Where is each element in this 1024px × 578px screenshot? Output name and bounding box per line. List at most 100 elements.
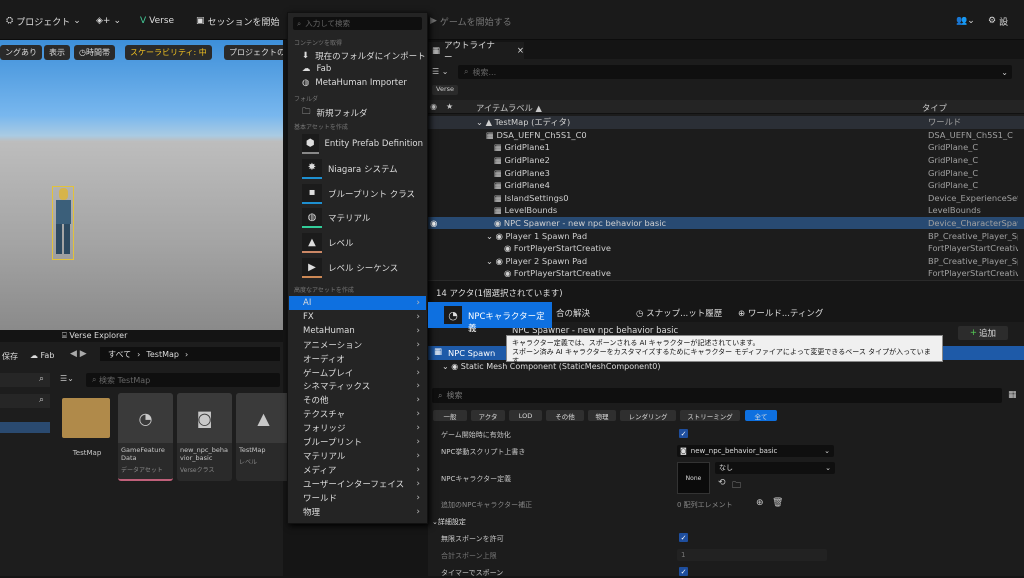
menu-category[interactable]: ゲームプレイ ›: [289, 366, 426, 380]
menu-search-input[interactable]: ⌕ 入力して検索: [293, 17, 422, 30]
save-button[interactable]: 保存: [2, 351, 18, 362]
details-filter-tab[interactable]: 物理: [588, 410, 616, 421]
start-session-button[interactable]: ▣ セッションを開始: [196, 12, 280, 30]
script-dropdown[interactable]: ◙ new_npc_behavior_basic ⌄: [677, 445, 834, 457]
trash-icon[interactable]: 🗑: [772, 498, 783, 508]
character-model[interactable]: [52, 186, 74, 260]
menu-category[interactable]: ブループリント ›: [289, 435, 426, 449]
menu-new-folder[interactable]: 🗀 新規フォルダ: [302, 106, 423, 120]
details-filter-tab[interactable]: 一般: [433, 410, 467, 421]
menu-category[interactable]: メディア ›: [289, 463, 426, 477]
tab-merge[interactable]: 合の解決: [556, 307, 590, 319]
column-type[interactable]: タイプ: [922, 102, 947, 114]
menu-category[interactable]: アニメーション ›: [289, 338, 426, 352]
details-filter-tab[interactable]: ストリーミング: [680, 410, 740, 421]
sources-search[interactable]: ⌕: [0, 373, 50, 387]
menu-category[interactable]: FX ›: [289, 310, 426, 324]
column-item-label[interactable]: アイテムラベル ▲: [476, 102, 542, 114]
tab-snapshot[interactable]: ◷ スナップ...ット履歴: [636, 307, 722, 319]
asset-tile-level[interactable]: ▲ TestMap レベル: [236, 393, 291, 481]
eye-icon[interactable]: ◉: [430, 102, 437, 111]
tab-outliner[interactable]: ▦ アウトライナー ×: [428, 41, 524, 63]
back-forward-icon[interactable]: ◀ ▶: [70, 349, 87, 359]
menu-category[interactable]: その他 ›: [289, 393, 426, 407]
project-settings-button[interactable]: プロジェクトの: [224, 45, 283, 60]
outliner-row[interactable]: ◉ ◉ NPC Spawner - new npc behavior basic D…: [428, 216, 1024, 230]
outliner-row[interactable]: ⌄ ◉ Player 2 Spawn Pad BP_Creative_Player…: [428, 255, 1024, 268]
def-dropdown[interactable]: なし ⌄: [715, 462, 835, 474]
asset-tile-verse-class[interactable]: ◙ new_npc_behavior_basic Verseクラス: [177, 393, 232, 481]
filter-icon[interactable]: ☰ ⌄: [432, 67, 448, 76]
menu-category[interactable]: ワールド ›: [289, 491, 426, 505]
outliner-row[interactable]: ▦ GridPlane3 GridPlane_C: [428, 166, 1024, 179]
outliner-row[interactable]: ◉ FortPlayerStartCreative FortPlayerStart…: [428, 242, 1024, 255]
asset-search-input[interactable]: ⌕ 検索 TestMap: [86, 373, 280, 387]
menu-basic-item[interactable]: ▪ ブループリント クラス: [302, 183, 423, 204]
viewport[interactable]: ングあり 表示 ◷ 時間帯 スケーラビリティ: 中 プロジェクトの: [0, 40, 283, 330]
checkbox-timer[interactable]: ✓: [679, 567, 688, 576]
folder-find-icon[interactable]: 🗀: [732, 478, 741, 494]
def-thumbnail[interactable]: None: [677, 462, 710, 494]
tab-world[interactable]: ⊕ ワールド...ティング: [738, 307, 823, 319]
fab-button[interactable]: ☁ Fab: [30, 351, 54, 360]
details-filter-tab[interactable]: レンダリング: [620, 410, 676, 421]
section-advanced[interactable]: ⌄ 詳細設定: [432, 517, 1024, 527]
details-filter-tab[interactable]: アクタ: [471, 410, 505, 421]
show-button[interactable]: 表示: [44, 45, 70, 60]
path-all[interactable]: すべて: [108, 349, 131, 360]
menu-basic-item[interactable]: ▶ レベル シーケンス: [302, 258, 423, 278]
grid-view-icon[interactable]: ▦: [1008, 390, 1017, 400]
start-game-button[interactable]: ▶ ゲームを開始する: [430, 12, 512, 30]
time-of-day-button[interactable]: ◷ 時間帯: [74, 45, 115, 60]
outliner-search-input[interactable]: ⌕ 検索... ⌄: [458, 65, 1012, 79]
menu-category[interactable]: AI ›: [289, 296, 426, 310]
menu-metahuman-importer[interactable]: ◍ MetaHuman Importer: [302, 78, 423, 88]
menu-basic-item[interactable]: ✸ Niagara システム: [302, 158, 423, 179]
sources-search-2[interactable]: ⌕: [0, 394, 50, 408]
menu-category[interactable]: フォリッジ ›: [289, 421, 426, 435]
menu-basic-item[interactable]: ◍ マテリアル: [302, 208, 423, 229]
filter-icon[interactable]: ☰⌄: [60, 374, 74, 383]
checkbox-infinite[interactable]: ✓: [679, 533, 688, 542]
menu-category[interactable]: マテリアル ›: [289, 449, 426, 463]
add-content-button[interactable]: ◈+ ⌄: [96, 12, 121, 30]
viewport-button-1[interactable]: ングあり: [0, 45, 42, 60]
asset-tile-gamefeature[interactable]: ◔ GameFeature Data データアセット: [118, 393, 173, 481]
collab-button[interactable]: 👥⌄: [956, 12, 975, 30]
details-filter-tab[interactable]: LOD: [509, 410, 542, 421]
details-search-input[interactable]: ⌕ 検索: [432, 388, 1002, 403]
close-icon[interactable]: ×: [517, 46, 524, 56]
scalability-button[interactable]: スケーラビリティ: 中: [125, 45, 212, 60]
menu-category[interactable]: 物理 ›: [289, 505, 426, 519]
outliner-row[interactable]: ⌄ ▲ TestMap (エディタ) ワールド: [428, 116, 1024, 129]
outliner-row[interactable]: ▦ LevelBounds LevelBounds: [428, 204, 1024, 217]
outliner-row[interactable]: ◉ FortPlayerStartCreative FortPlayerStart…: [428, 267, 1024, 280]
selected-folder[interactable]: [0, 422, 50, 433]
outliner-row[interactable]: ⌄ ◉ Player 1 Spawn Pad BP_Creative_Player…: [428, 229, 1024, 242]
path-testmap[interactable]: TestMap: [146, 350, 179, 359]
verse-explorer-tab[interactable]: ⌸ Verse Explorer: [62, 331, 127, 341]
menu-fab[interactable]: ☁ Fab: [302, 64, 423, 74]
menu-import[interactable]: ⬇ 現在のフォルダにインポート: [302, 50, 426, 62]
outliner-row[interactable]: ▦ GridPlane1 GridPlane_C: [428, 141, 1024, 154]
menu-basic-item[interactable]: ⬢ Entity Prefab Definition: [302, 134, 423, 154]
outliner-row[interactable]: ▦ GridPlane2 GridPlane_C: [428, 154, 1024, 167]
submenu-npc-character-definition[interactable]: ◔ NPCキャラクター定義: [428, 302, 552, 334]
outliner-row[interactable]: ▦ IslandSettings0 Device_ExperienceSett: [428, 192, 1024, 205]
verse-filter-chip[interactable]: Verse: [432, 85, 458, 95]
verse-button[interactable]: V Verse: [140, 12, 174, 30]
star-icon[interactable]: ★: [446, 102, 453, 111]
outliner-row[interactable]: ▦ DSA_UEFN_Ch5S1_C0 DSA_UEFN_Ch5S1_C: [428, 129, 1024, 142]
total-spawn-input[interactable]: 1: [677, 549, 827, 561]
settings-button[interactable]: ⚙ 設: [988, 12, 1008, 30]
menu-basic-item[interactable]: ▲ レベル: [302, 233, 423, 254]
menu-category[interactable]: テクスチャ ›: [289, 407, 426, 421]
menu-category[interactable]: MetaHuman ›: [289, 324, 426, 338]
details-filter-tab[interactable]: 全て: [745, 410, 777, 421]
browse-icon[interactable]: ⟲: [718, 478, 726, 488]
project-menu[interactable]: ⛭ プロジェクト ⌄: [6, 12, 81, 30]
details-filter-tab[interactable]: その他: [546, 410, 584, 421]
folder-icon[interactable]: [62, 398, 110, 438]
eye-icon[interactable]: ◉: [430, 218, 437, 228]
add-component-button[interactable]: + 追加: [958, 326, 1008, 340]
